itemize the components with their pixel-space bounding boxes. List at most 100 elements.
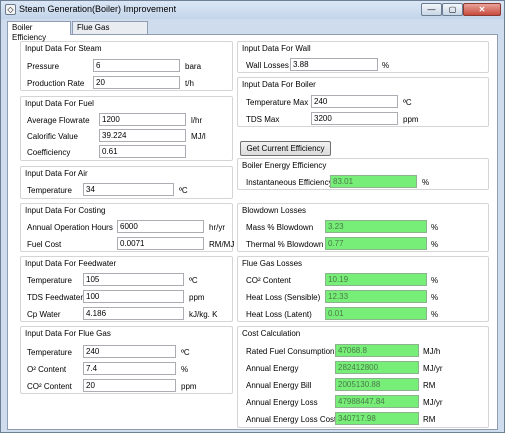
annual-bill-value: 2005130.88 <box>335 378 419 391</box>
group-title: Input Data For Fuel <box>25 99 94 108</box>
feedwater-temperature-unit: ºC <box>189 276 198 285</box>
tds-feedwater-label: TDS Feedwater <box>27 293 84 302</box>
group-boiler: Input Data For Boiler Temperature Max 24… <box>237 77 489 127</box>
production-rate-input[interactable]: 20 <box>93 76 180 89</box>
temperature-max-input[interactable]: 240 <box>311 95 398 108</box>
tds-feedwater-unit: ppm <box>189 293 205 302</box>
calorific-unit: MJ/l <box>191 132 206 141</box>
group-feedwater: Input Data For Feedwater Temperature 105… <box>20 256 233 322</box>
loss-co2-label: CO² Content <box>246 276 291 285</box>
tab-flue-gas-recovery[interactable]: Flue Gas Recovery <box>72 21 148 42</box>
maximize-button[interactable]: ▢ <box>442 3 463 16</box>
group-title: Input Data For Flue Gas <box>25 329 111 338</box>
operation-hours-unit: hr/yr <box>209 223 225 232</box>
operation-hours-label: Annual Operation Hours <box>27 223 113 232</box>
temperature-max-unit: ºC <box>403 98 412 107</box>
group-title: Boiler Energy Efficiency <box>242 161 327 170</box>
annual-energy-value: 282412800 <box>335 361 419 374</box>
flowrate-input[interactable]: 1200 <box>99 113 186 126</box>
production-rate-unit: t/h <box>185 79 194 88</box>
heat-loss-sensible-label: Heat Loss (Sensible) <box>246 293 321 302</box>
thermal-blowdown-value: 0.77 <box>325 237 427 250</box>
group-cost-calculation: Cost Calculation Rated Fuel Consumption … <box>237 326 489 428</box>
group-efficiency: Boiler Energy Efficiency Instantaneous E… <box>237 158 489 190</box>
app-icon[interactable]: ◇ <box>5 4 16 15</box>
cp-water-unit: kJ/kg. K <box>189 310 218 319</box>
co2-content-unit: ppm <box>181 382 197 391</box>
group-fuel: Input Data For Fuel Average Flowrate 120… <box>20 96 233 161</box>
production-rate-label: Production Rate <box>27 79 85 88</box>
annual-bill-unit: RM <box>423 381 436 390</box>
mass-blowdown-value: 3.23 <box>325 220 427 233</box>
group-wall: Input Data For Wall Wall Losses 3.88 % <box>237 41 489 73</box>
rated-fuel-value: 47068.8 <box>335 344 419 357</box>
calorific-input[interactable]: 39.224 <box>99 129 186 142</box>
annual-loss-cost-unit: RM <box>423 415 436 424</box>
group-title: Input Data For Wall <box>242 44 311 53</box>
group-air: Input Data For Air Temperature 34 ºC <box>20 166 233 199</box>
tab-content-boiler-efficiency: Input Data For Steam Pressure 6 bara Pro… <box>7 34 498 430</box>
heat-loss-sensible-unit: % <box>431 293 439 302</box>
o2-content-unit: % <box>181 365 189 374</box>
wall-losses-unit: % <box>382 61 390 70</box>
annual-loss-value: 47988447.84 <box>335 395 419 408</box>
feedwater-temperature-label: Temperature <box>27 276 72 285</box>
annual-loss-cost-label: Annual Energy Loss Cost <box>246 415 337 424</box>
o2-content-input[interactable]: 7.4 <box>83 362 176 375</box>
group-title: Flue Gas Losses <box>242 259 303 268</box>
annual-loss-label: Annual Energy Loss <box>246 398 318 407</box>
title-bar[interactable]: ◇ Steam Generation(Boiler) Improvement —… <box>1 1 504 19</box>
group-flue-gas: Input Data For Flue Gas Temperature 240 … <box>20 326 233 394</box>
tds-max-unit: ppm <box>403 115 419 124</box>
get-current-efficiency-button[interactable]: Get Current Efficiency <box>240 141 331 156</box>
instant-efficiency-unit: % <box>422 178 430 187</box>
annual-bill-label: Annual Energy Bill <box>246 381 312 390</box>
group-steam: Input Data For Steam Pressure 6 bara Pro… <box>20 41 233 91</box>
thermal-blowdown-unit: % <box>431 240 439 249</box>
instant-efficiency-label: Instantaneous Efficiency <box>246 178 333 187</box>
mass-blowdown-label: Mass % Blowdown <box>246 223 314 232</box>
annual-loss-unit: MJ/yr <box>423 398 443 407</box>
group-blowdown: Blowdown Losses Mass % Blowdown 3.23 % T… <box>237 203 489 252</box>
flue-temperature-unit: ºC <box>181 348 190 357</box>
close-button[interactable]: ✕ <box>463 3 501 16</box>
heat-loss-latent-unit: % <box>431 310 439 319</box>
tds-feedwater-input[interactable]: 100 <box>83 290 184 303</box>
loss-co2-unit: % <box>431 276 439 285</box>
tds-max-label: TDS Max <box>246 115 280 124</box>
rated-fuel-label: Rated Fuel Consumption <box>246 347 335 356</box>
annual-energy-label: Annual Energy <box>246 364 299 373</box>
rated-fuel-unit: MJ/h <box>423 347 441 356</box>
app-window: ◇ Steam Generation(Boiler) Improvement —… <box>0 0 505 433</box>
group-title: Input Data For Air <box>25 169 88 178</box>
group-title: Blowdown Losses <box>242 206 307 215</box>
wall-losses-input[interactable]: 3.88 <box>290 58 378 71</box>
operation-hours-input[interactable]: 6000 <box>117 220 204 233</box>
group-title: Cost Calculation <box>242 329 301 338</box>
cp-water-input[interactable]: 4.186 <box>83 307 184 320</box>
fuel-cost-input[interactable]: 0.0071 <box>117 237 204 250</box>
air-temperature-label: Temperature <box>27 186 72 195</box>
coefficiency-input[interactable]: 0.61 <box>99 145 186 158</box>
annual-loss-cost-value: 340717.98 <box>335 412 419 425</box>
window-title: Steam Generation(Boiler) Improvement <box>19 4 177 14</box>
wall-losses-label: Wall Losses <box>246 61 289 70</box>
tds-max-input[interactable]: 3200 <box>311 112 398 125</box>
heat-loss-latent-value: 0.01 <box>325 307 427 320</box>
group-title: Input Data For Feedwater <box>25 259 117 268</box>
air-temperature-input[interactable]: 34 <box>83 183 174 196</box>
flowrate-unit: l/hr <box>191 116 203 125</box>
tab-boiler-efficiency[interactable]: Boiler Efficiency <box>7 21 71 42</box>
group-title: Input Data For Steam <box>25 44 102 53</box>
flue-temperature-input[interactable]: 240 <box>83 345 176 358</box>
feedwater-temperature-input[interactable]: 105 <box>83 273 184 286</box>
minimize-button[interactable]: — <box>421 3 442 16</box>
group-title: Input Data For Costing <box>25 206 106 215</box>
air-temperature-unit: ºC <box>179 186 188 195</box>
pressure-label: Pressure <box>27 62 60 71</box>
pressure-input[interactable]: 6 <box>93 59 180 72</box>
co2-content-input[interactable]: 20 <box>83 379 176 392</box>
calorific-label: Calorific Value <box>27 132 78 141</box>
flowrate-label: Average Flowrate <box>27 116 90 125</box>
heat-loss-latent-label: Heat Loss (Latent) <box>246 310 312 319</box>
